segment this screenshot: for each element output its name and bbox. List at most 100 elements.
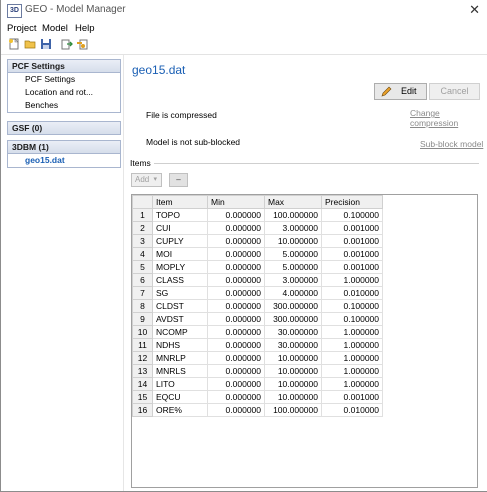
cell-max[interactable]: 10.000000 (264, 351, 322, 365)
row-number[interactable]: 14 (132, 377, 153, 391)
cell-min[interactable]: 0.000000 (207, 260, 265, 274)
cell-item[interactable]: LITO (152, 377, 208, 391)
cell-min[interactable]: 0.000000 (207, 312, 265, 326)
table-row[interactable]: 1 TOPO 0.000000 100.000000 0.100000 (132, 208, 383, 222)
table-row[interactable]: 13 MNRLS 0.000000 10.000000 1.000000 (132, 364, 383, 378)
cell-min[interactable]: 0.000000 (207, 234, 265, 248)
cell-precision[interactable]: 0.010000 (321, 403, 383, 417)
cell-precision[interactable]: 1.000000 (321, 325, 383, 339)
row-number[interactable]: 3 (132, 234, 153, 248)
cell-max[interactable]: 300.000000 (264, 299, 322, 313)
cell-min[interactable]: 0.000000 (207, 208, 265, 222)
menu-model[interactable]: Model (42, 23, 68, 34)
cell-max[interactable]: 100.000000 (264, 403, 322, 417)
change-compression-link[interactable]: Change compression (410, 108, 487, 128)
cell-precision[interactable]: 0.001000 (321, 390, 383, 404)
cell-precision[interactable]: 1.000000 (321, 273, 383, 287)
table-row[interactable]: 10 NCOMP 0.000000 30.000000 1.000000 (132, 325, 383, 339)
cell-max[interactable]: 100.000000 (264, 208, 322, 222)
cell-max[interactable]: 10.000000 (264, 364, 322, 378)
row-number[interactable]: 16 (132, 403, 153, 417)
edit-button[interactable]: Edit (374, 83, 427, 100)
column-header-max[interactable]: Max (264, 195, 322, 209)
sub-block-model-link[interactable]: Sub-block model (420, 139, 483, 149)
sidebar-item-location[interactable]: Location and rot... (8, 86, 120, 99)
column-header-item[interactable]: Item (152, 195, 208, 209)
cell-item[interactable]: SG (152, 286, 208, 300)
export-icon[interactable] (76, 38, 88, 50)
table-row[interactable]: 4 MOI 0.000000 5.000000 0.001000 (132, 247, 383, 261)
cell-precision[interactable]: 1.000000 (321, 351, 383, 365)
table-row[interactable]: 8 CLDST 0.000000 300.000000 0.100000 (132, 299, 383, 313)
table-row[interactable]: 2 CUI 0.000000 3.000000 0.001000 (132, 221, 383, 235)
cell-min[interactable]: 0.000000 (207, 247, 265, 261)
cell-precision[interactable]: 1.000000 (321, 338, 383, 352)
cancel-button[interactable]: Cancel (429, 83, 480, 100)
gsf-header[interactable]: GSF (0) (8, 122, 120, 134)
new-file-icon[interactable] (8, 38, 20, 50)
cell-min[interactable]: 0.000000 (207, 221, 265, 235)
row-number[interactable]: 2 (132, 221, 153, 235)
cell-item[interactable]: TOPO (152, 208, 208, 222)
cell-item[interactable]: CLDST (152, 299, 208, 313)
table-row[interactable]: 7 SG 0.000000 4.000000 0.010000 (132, 286, 383, 300)
table-row[interactable]: 14 LITO 0.000000 10.000000 1.000000 (132, 377, 383, 391)
cell-min[interactable]: 0.000000 (207, 325, 265, 339)
cell-precision[interactable]: 0.010000 (321, 286, 383, 300)
cell-min[interactable]: 0.000000 (207, 273, 265, 287)
cell-item[interactable]: AVDST (152, 312, 208, 326)
dbm-header[interactable]: 3DBM (1) (8, 141, 120, 154)
cell-max[interactable]: 30.000000 (264, 338, 322, 352)
row-number[interactable]: 4 (132, 247, 153, 261)
row-number[interactable]: 1 (132, 208, 153, 222)
row-number[interactable]: 12 (132, 351, 153, 365)
row-number[interactable]: 9 (132, 312, 153, 326)
cell-max[interactable]: 3.000000 (264, 221, 322, 235)
cell-max[interactable]: 4.000000 (264, 286, 322, 300)
row-number[interactable]: 11 (132, 338, 153, 352)
row-number[interactable]: 15 (132, 390, 153, 404)
cell-item[interactable]: CLASS (152, 273, 208, 287)
import-icon[interactable] (61, 38, 73, 50)
cell-precision[interactable]: 0.100000 (321, 208, 383, 222)
cell-item[interactable]: NDHS (152, 338, 208, 352)
table-row[interactable]: 11 NDHS 0.000000 30.000000 1.000000 (132, 338, 383, 352)
table-row[interactable]: 12 MNRLP 0.000000 10.000000 1.000000 (132, 351, 383, 365)
cell-precision[interactable]: 0.100000 (321, 312, 383, 326)
cell-min[interactable]: 0.000000 (207, 286, 265, 300)
cell-min[interactable]: 0.000000 (207, 351, 265, 365)
cell-precision[interactable]: 0.001000 (321, 221, 383, 235)
table-row[interactable]: 9 AVDST 0.000000 300.000000 0.100000 (132, 312, 383, 326)
cell-item[interactable]: MNRLP (152, 351, 208, 365)
table-row[interactable]: 6 CLASS 0.000000 3.000000 1.000000 (132, 273, 383, 287)
cell-item[interactable]: EQCU (152, 390, 208, 404)
cell-item[interactable]: MOPLY (152, 260, 208, 274)
cell-min[interactable]: 0.000000 (207, 338, 265, 352)
cell-item[interactable]: CUI (152, 221, 208, 235)
cell-max[interactable]: 300.000000 (264, 312, 322, 326)
row-number[interactable]: 7 (132, 286, 153, 300)
row-number[interactable]: 8 (132, 299, 153, 313)
table-row[interactable]: 15 EQCU 0.000000 10.000000 0.001000 (132, 390, 383, 404)
row-number[interactable]: 10 (132, 325, 153, 339)
save-icon[interactable] (40, 38, 52, 50)
cell-item[interactable]: MOI (152, 247, 208, 261)
row-number[interactable]: 6 (132, 273, 153, 287)
sidebar-item-benches[interactable]: Benches (8, 99, 120, 112)
cell-precision[interactable]: 1.000000 (321, 364, 383, 378)
table-row[interactable]: 16 ORE% 0.000000 100.000000 0.010000 (132, 403, 383, 417)
sidebar-item-pcf-settings[interactable]: PCF Settings (8, 73, 120, 86)
cell-max[interactable]: 5.000000 (264, 260, 322, 274)
cell-max[interactable]: 10.000000 (264, 234, 322, 248)
cell-item[interactable]: ORE% (152, 403, 208, 417)
row-number[interactable]: 13 (132, 364, 153, 378)
cell-min[interactable]: 0.000000 (207, 390, 265, 404)
cell-min[interactable]: 0.000000 (207, 299, 265, 313)
cell-max[interactable]: 3.000000 (264, 273, 322, 287)
row-number[interactable]: 5 (132, 260, 153, 274)
cell-min[interactable]: 0.000000 (207, 403, 265, 417)
cell-precision[interactable]: 1.000000 (321, 377, 383, 391)
cell-precision[interactable]: 0.100000 (321, 299, 383, 313)
menu-help[interactable]: Help (75, 23, 95, 34)
cell-item[interactable]: MNRLS (152, 364, 208, 378)
